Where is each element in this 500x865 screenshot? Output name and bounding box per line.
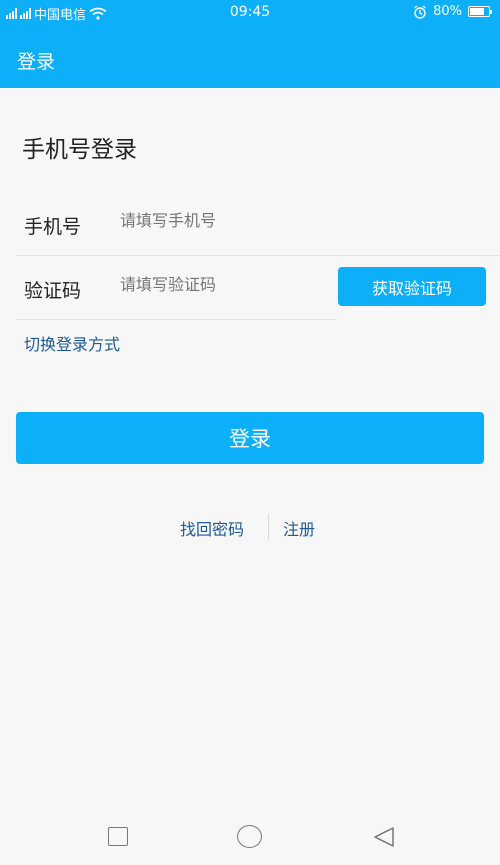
phone-divider: [16, 255, 500, 256]
bottom-links: 找回密码 注册: [0, 514, 500, 540]
switch-login-method-link[interactable]: 切换登录方式: [24, 331, 120, 355]
phone-input[interactable]: [120, 211, 320, 230]
get-code-button[interactable]: 获取验证码: [338, 267, 486, 306]
code-label: 验证码: [24, 280, 82, 302]
link-separator: [268, 514, 269, 540]
header-title: 登录: [17, 51, 56, 73]
square-icon[interactable]: [108, 827, 128, 846]
forgot-password-link[interactable]: 找回密码: [180, 516, 244, 540]
phone-label: 手机号: [24, 216, 82, 238]
triangle-back-icon[interactable]: [372, 826, 396, 848]
page-heading: 手机号登录: [22, 137, 137, 163]
alarm-icon: [414, 4, 426, 19]
code-input[interactable]: [120, 275, 320, 294]
system-nav-bar: [0, 815, 500, 860]
battery-icon: [468, 6, 492, 17]
register-link[interactable]: 注册: [283, 516, 315, 540]
battery-percent: 80%: [433, 4, 462, 19]
status-bar: 中国电信 09:45 80%: [0, 0, 500, 24]
circle-icon[interactable]: [237, 825, 262, 848]
app-header: 中国电信 09:45 80% 登录: [0, 0, 500, 88]
login-button[interactable]: 登录: [16, 412, 484, 464]
status-right: 80%: [413, 4, 492, 19]
code-divider: [16, 319, 336, 320]
